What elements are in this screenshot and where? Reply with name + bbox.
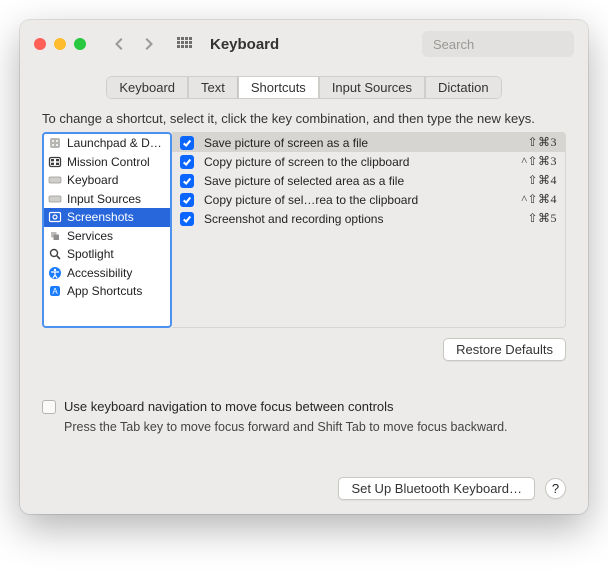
- shortcut-row[interactable]: Copy picture of sel…rea to the clipboard…: [172, 190, 565, 209]
- preferences-window: Keyboard Keyboard Text Shortcuts Input S…: [20, 20, 588, 514]
- shortcut-key[interactable]: ^⇧⌘3: [521, 154, 557, 169]
- sidebar-item-accessibility[interactable]: Accessibility: [44, 264, 170, 283]
- back-button[interactable]: [108, 32, 132, 56]
- forward-button[interactable]: [136, 32, 160, 56]
- body: To change a shortcut, select it, click t…: [20, 111, 588, 467]
- tab-dictation[interactable]: Dictation: [425, 76, 502, 99]
- shortcuts-list[interactable]: Save picture of screen as a file ⇧⌘3 Cop…: [172, 132, 566, 328]
- maximize-button[interactable]: [74, 38, 86, 50]
- mission-control-icon: [48, 155, 62, 169]
- shortcut-key[interactable]: ⇧⌘4: [527, 173, 557, 188]
- sidebar-item-label: Spotlight: [67, 247, 114, 261]
- shortcut-label: Screenshot and recording options: [204, 212, 517, 226]
- tab-input-sources[interactable]: Input Sources: [319, 76, 425, 99]
- sidebar-item-launchpad[interactable]: Launchpad & D…: [44, 134, 170, 153]
- setup-bluetooth-button[interactable]: Set Up Bluetooth Keyboard…: [338, 477, 535, 500]
- search-input[interactable]: [433, 37, 588, 52]
- sidebar-item-label: Launchpad & D…: [67, 136, 162, 150]
- sidebar-item-input-sources[interactable]: Input Sources: [44, 190, 170, 209]
- checkbox-checked[interactable]: [180, 136, 194, 150]
- checkbox-checked[interactable]: [180, 212, 194, 226]
- sidebar-item-spotlight[interactable]: Spotlight: [44, 245, 170, 264]
- footer: Set Up Bluetooth Keyboard… ?: [20, 467, 588, 514]
- shortcut-row[interactable]: Copy picture of screen to the clipboard …: [172, 152, 565, 171]
- tabs-segment: Keyboard Text Shortcuts Input Sources Di…: [106, 76, 501, 99]
- keyboard-icon: [48, 173, 62, 187]
- shortcut-key[interactable]: ⇧⌘5: [527, 211, 557, 226]
- screenshots-icon: [48, 210, 62, 224]
- titlebar: Keyboard: [20, 20, 588, 68]
- keyboard-nav-label: Use keyboard navigation to move focus be…: [64, 399, 394, 414]
- input-sources-icon: [48, 192, 62, 206]
- app-shortcuts-icon: A: [48, 284, 62, 298]
- checkbox-unchecked[interactable]: [42, 400, 56, 414]
- spotlight-icon: [48, 247, 62, 261]
- services-icon: [48, 229, 62, 243]
- sidebar-item-mission-control[interactable]: Mission Control: [44, 153, 170, 172]
- nav-buttons: [108, 32, 160, 56]
- window-controls: [34, 38, 86, 50]
- sidebar-item-label: Mission Control: [67, 155, 150, 169]
- sidebar-item-app-shortcuts[interactable]: A App Shortcuts: [44, 282, 170, 301]
- shortcut-label: Save picture of screen as a file: [204, 136, 517, 150]
- sidebar-item-screenshots[interactable]: Screenshots: [44, 208, 170, 227]
- sidebar-item-keyboard[interactable]: Keyboard: [44, 171, 170, 190]
- keyboard-nav-check[interactable]: Use keyboard navigation to move focus be…: [42, 399, 566, 414]
- svg-text:A: A: [52, 287, 58, 296]
- tab-shortcuts[interactable]: Shortcuts: [238, 76, 319, 99]
- shortcut-key[interactable]: ⇧⌘3: [527, 135, 557, 150]
- checkbox-checked[interactable]: [180, 155, 194, 169]
- sidebar-item-label: App Shortcuts: [67, 284, 142, 298]
- restore-row: Restore Defaults: [42, 328, 566, 361]
- shortcut-label: Copy picture of screen to the clipboard: [204, 155, 511, 169]
- description: To change a shortcut, select it, click t…: [42, 111, 566, 126]
- launchpad-icon: [48, 136, 62, 150]
- sidebar-item-services[interactable]: Services: [44, 227, 170, 246]
- tab-keyboard[interactable]: Keyboard: [106, 76, 188, 99]
- tabbar: Keyboard Text Shortcuts Input Sources Di…: [20, 68, 588, 111]
- shortcut-row[interactable]: Save picture of screen as a file ⇧⌘3: [172, 133, 565, 152]
- checkbox-checked[interactable]: [180, 193, 194, 207]
- panes: Launchpad & D… Mission Control Keyboard …: [42, 132, 566, 328]
- minimize-button[interactable]: [54, 38, 66, 50]
- close-button[interactable]: [34, 38, 46, 50]
- sidebar-item-label: Screenshots: [67, 210, 134, 224]
- keyboard-nav-subtext: Press the Tab key to move focus forward …: [64, 420, 566, 434]
- category-sidebar[interactable]: Launchpad & D… Mission Control Keyboard …: [42, 132, 172, 328]
- window-title: Keyboard: [210, 36, 279, 53]
- search-field[interactable]: [422, 31, 574, 57]
- sidebar-item-label: Accessibility: [67, 266, 132, 280]
- sidebar-item-label: Services: [67, 229, 113, 243]
- accessibility-icon: [48, 266, 62, 280]
- shortcut-row[interactable]: Save picture of selected area as a file …: [172, 171, 565, 190]
- shortcut-label: Copy picture of sel…rea to the clipboard: [204, 193, 511, 207]
- shortcut-key[interactable]: ^⇧⌘4: [521, 192, 557, 207]
- checkbox-checked[interactable]: [180, 174, 194, 188]
- help-button[interactable]: ?: [545, 478, 566, 499]
- restore-defaults-button[interactable]: Restore Defaults: [443, 338, 566, 361]
- sidebar-item-label: Input Sources: [67, 192, 141, 206]
- shortcut-label: Save picture of selected area as a file: [204, 174, 517, 188]
- tab-text[interactable]: Text: [188, 76, 238, 99]
- show-all-button[interactable]: [172, 32, 196, 56]
- sidebar-item-label: Keyboard: [67, 173, 118, 187]
- shortcut-row[interactable]: Screenshot and recording options ⇧⌘5: [172, 209, 565, 228]
